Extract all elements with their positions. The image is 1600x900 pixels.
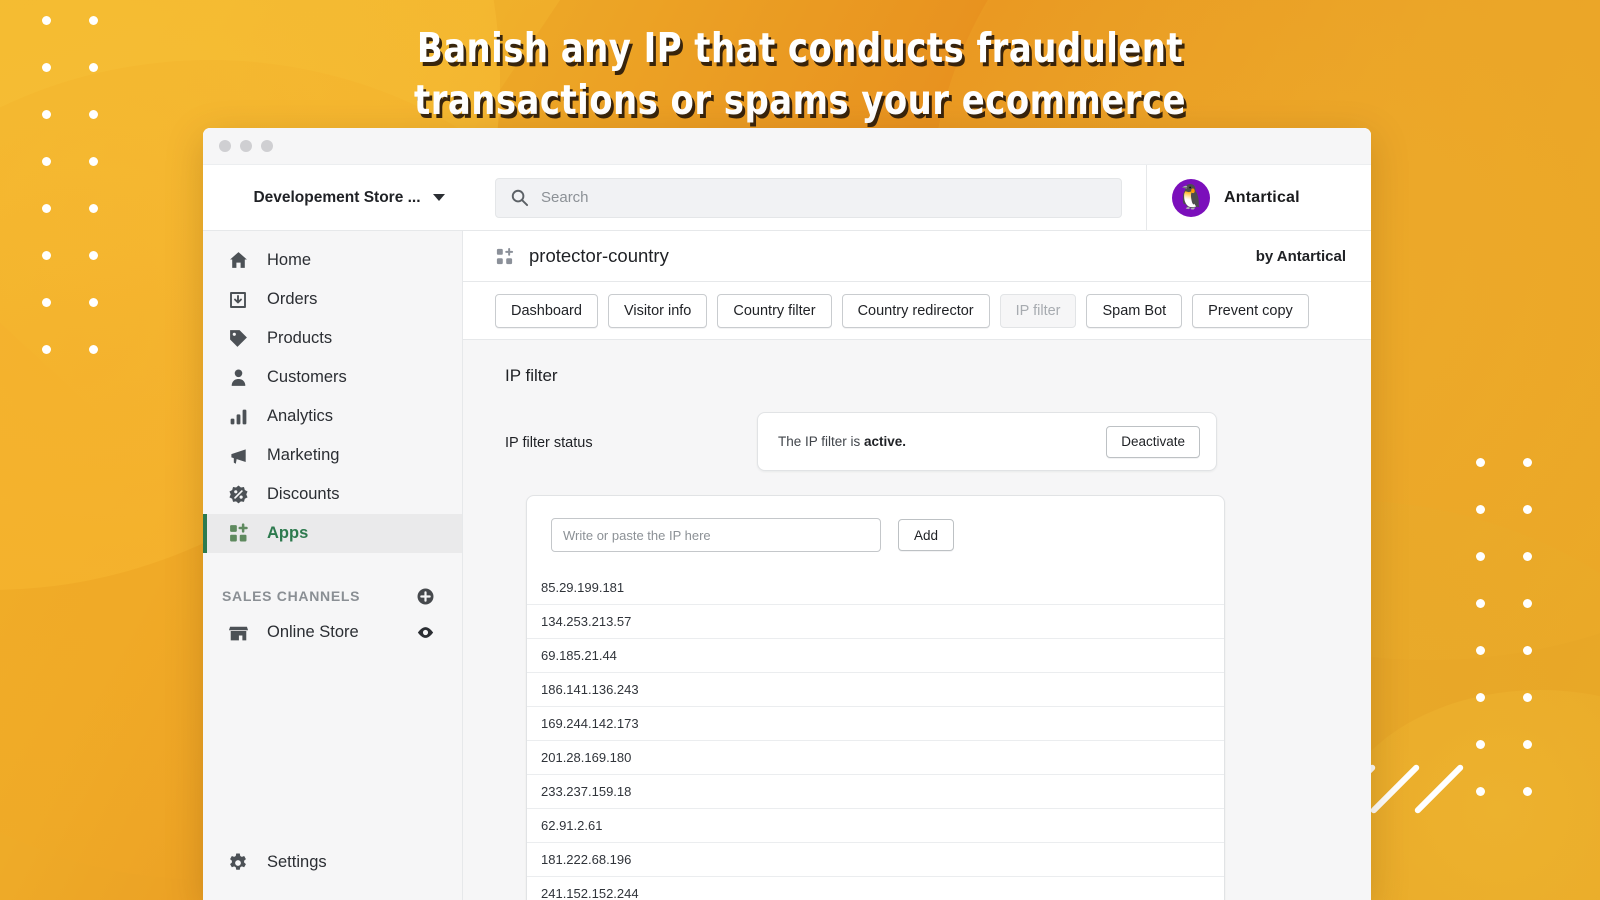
ip-list-item[interactable]: 241.152.152.244 — [527, 876, 1224, 900]
ip-list-item[interactable]: 201.28.169.180 — [527, 740, 1224, 774]
app-byline: by Antartical — [1255, 247, 1346, 265]
ip-input[interactable]: Write or paste the IP here — [551, 518, 881, 552]
status-message: The IP filter is active. — [778, 434, 906, 449]
ip-list-item[interactable]: 85.29.199.181 — [527, 570, 1224, 604]
storefront-icon — [227, 622, 249, 644]
app-topbar: Developement Store ... Search 🐧 Antartic… — [203, 164, 1371, 231]
app-tabs: Dashboard Visitor info Country filter Co… — [463, 282, 1371, 340]
ip-list-item[interactable]: 69.185.21.44 — [527, 638, 1224, 672]
sidebar-item-label: Products — [267, 329, 333, 347]
window-maximize-dot[interactable] — [261, 140, 273, 152]
sidebar-item-label: Analytics — [267, 407, 334, 425]
promo-headline: Banish any IP that conducts fraudulent t… — [0, 22, 1600, 126]
sidebar-item-apps[interactable]: Apps — [203, 514, 462, 553]
search-placeholder: Search — [541, 189, 589, 206]
promo-banner: Banish any IP that conducts fraudulent t… — [0, 0, 1600, 900]
bar-chart-icon — [227, 406, 249, 428]
ip-list-item[interactable]: 169.244.142.173 — [527, 706, 1224, 740]
tab-country-filter[interactable]: Country filter — [717, 293, 832, 328]
sales-channels-title: SALES CHANNELS — [222, 588, 361, 604]
tab-country-redirector[interactable]: Country redirector — [841, 293, 990, 328]
tag-icon — [227, 328, 249, 350]
plus-circle-icon[interactable] — [416, 587, 435, 606]
sidebar-item-customers[interactable]: Customers — [203, 358, 462, 397]
sidebar-item-discounts[interactable]: Discounts — [203, 475, 462, 514]
username-label: Antartical — [1224, 188, 1300, 206]
orders-icon — [227, 289, 249, 311]
home-icon — [227, 250, 249, 272]
sidebar: Home Orders Products Customers Analytics… — [203, 231, 463, 900]
penguin-avatar-icon: 🐧 — [1172, 178, 1210, 217]
discount-percent-icon — [227, 484, 249, 506]
person-icon — [227, 367, 249, 389]
apps-plus-icon — [495, 247, 514, 266]
content-inner: IP filter IP filter status The IP filter… — [463, 366, 1371, 900]
search-icon — [510, 188, 529, 207]
store-name-label: Developement Store ... — [253, 188, 421, 206]
user-menu[interactable]: 🐧 Antartical — [1146, 164, 1371, 231]
ip-list-item[interactable]: 134.253.213.57 — [527, 604, 1224, 638]
sidebar-item-marketing[interactable]: Marketing — [203, 436, 462, 475]
browser-titlebar — [203, 128, 1371, 165]
sidebar-item-label: Marketing — [267, 446, 340, 464]
sidebar-item-products[interactable]: Products — [203, 319, 462, 358]
ip-filter-status-row: IP filter status The IP filter is active… — [505, 412, 1337, 471]
sidebar-item-label: Settings — [267, 853, 327, 871]
sidebar-item-label: Orders — [267, 290, 318, 308]
window-minimize-dot[interactable] — [240, 140, 252, 152]
add-ip-button[interactable]: Add — [898, 519, 955, 551]
sidebar-item-label: Apps — [267, 524, 309, 542]
store-selector[interactable]: Developement Store ... — [203, 189, 495, 207]
sidebar-item-label: Customers — [267, 368, 347, 386]
add-ip-row: Write or paste the IP here Add — [527, 518, 1224, 552]
tab-spam-bot[interactable]: Spam Bot — [1086, 293, 1183, 328]
ip-list-item[interactable]: 62.91.2.61 — [527, 808, 1224, 842]
window-close-dot[interactable] — [219, 140, 231, 152]
headline-line-1: Banish any IP that conducts fraudulent — [416, 24, 1184, 72]
decorative-dot-grid-left — [42, 16, 98, 354]
tab-dashboard[interactable]: Dashboard — [495, 293, 598, 328]
status-label: IP filter status — [505, 435, 593, 451]
sidebar-item-home[interactable]: Home — [203, 241, 462, 280]
ip-filter-content: IP filter IP filter status The IP filter… — [463, 340, 1371, 900]
app-body: Home Orders Products Customers Analytics… — [203, 231, 1371, 900]
chevron-down-icon — [432, 194, 445, 201]
main-panel: protector-country by Antartical Dashboar… — [463, 231, 1371, 900]
megaphone-icon — [227, 445, 249, 467]
status-message-prefix: The IP filter is — [778, 434, 865, 449]
app-name-label: protector-country — [529, 245, 669, 266]
ip-list-card: Write or paste the IP here Add 85.29.199… — [526, 495, 1225, 900]
deactivate-button[interactable]: Deactivate — [1106, 425, 1200, 458]
app-header: protector-country by Antartical — [463, 231, 1371, 282]
status-badge: active. — [864, 434, 907, 449]
gear-icon — [227, 852, 249, 874]
browser-window: Developement Store ... Search 🐧 Antartic… — [203, 128, 1371, 900]
ip-list-item[interactable]: 181.222.68.196 — [527, 842, 1224, 876]
apps-grid-icon — [227, 523, 249, 545]
ip-filter-status-card: The IP filter is active. Deactivate — [757, 412, 1217, 471]
sidebar-item-orders[interactable]: Orders — [203, 280, 462, 319]
search-input[interactable]: Search — [495, 177, 1122, 218]
ip-list: 85.29.199.181 134.253.213.57 69.185.21.4… — [527, 570, 1224, 900]
sidebar-item-label: Home — [267, 251, 312, 269]
sidebar-item-settings[interactable]: Settings — [203, 843, 462, 882]
page-title: IP filter — [505, 366, 558, 385]
sidebar-item-label: Discounts — [267, 485, 340, 503]
tab-visitor-info[interactable]: Visitor info — [607, 293, 708, 328]
tab-ip-filter[interactable]: IP filter — [999, 293, 1077, 328]
ip-list-item[interactable]: 186.141.136.243 — [527, 672, 1224, 706]
headline-line-2: transactions or spams your ecommerce — [414, 76, 1186, 124]
search-area: Search — [495, 177, 1146, 218]
decorative-dot-grid-right — [1476, 458, 1532, 796]
app-title: protector-country — [495, 245, 669, 267]
ip-input-placeholder: Write or paste the IP here — [563, 527, 711, 543]
eye-icon[interactable] — [416, 623, 435, 642]
sidebar-item-analytics[interactable]: Analytics — [203, 397, 462, 436]
ip-list-item[interactable]: 233.237.159.18 — [527, 774, 1224, 808]
sales-channels-header: SALES CHANNELS — [203, 579, 462, 613]
sidebar-item-label: Online Store — [267, 623, 359, 641]
tab-prevent-copy[interactable]: Prevent copy — [1192, 293, 1309, 328]
sidebar-item-online-store[interactable]: Online Store — [203, 613, 462, 652]
